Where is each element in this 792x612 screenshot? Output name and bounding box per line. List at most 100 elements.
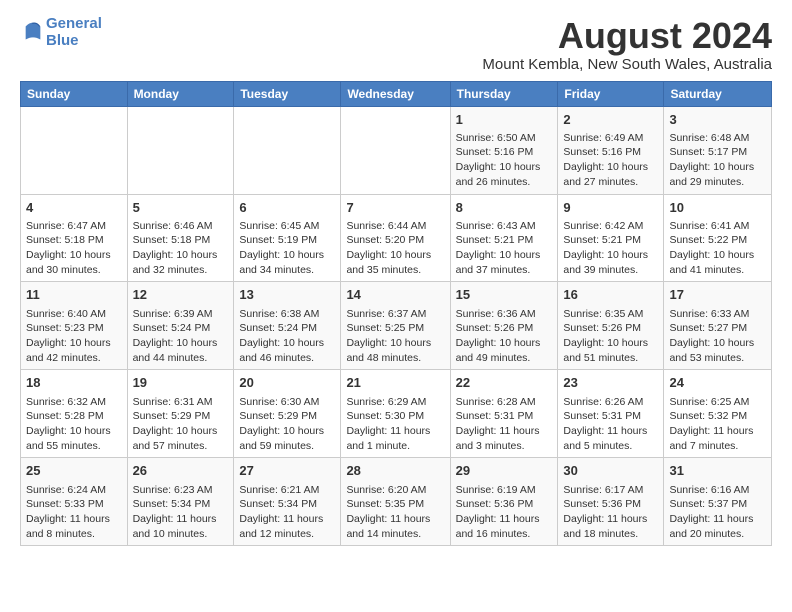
cell-text: Sunset: 5:24 PM [133, 321, 229, 336]
cell-text: Sunset: 5:34 PM [133, 497, 229, 512]
cell-text: Daylight: 11 hours [563, 512, 658, 527]
cell-text: Sunset: 5:36 PM [563, 497, 658, 512]
cell-text: Sunrise: 6:20 AM [346, 483, 444, 498]
cell-text: Daylight: 10 hours [456, 336, 553, 351]
cell-text: Daylight: 11 hours [669, 424, 766, 439]
cell-text: Sunrise: 6:44 AM [346, 219, 444, 234]
calendar-cell: 28Sunrise: 6:20 AMSunset: 5:35 PMDayligh… [341, 458, 450, 546]
cell-text: Sunrise: 6:40 AM [26, 307, 122, 322]
cell-text: Sunset: 5:36 PM [456, 497, 553, 512]
calendar-cell: 13Sunrise: 6:38 AMSunset: 5:24 PMDayligh… [234, 282, 341, 370]
cell-text: Sunrise: 6:25 AM [669, 395, 766, 410]
cell-text: Sunset: 5:18 PM [133, 233, 229, 248]
day-number: 20 [239, 374, 335, 392]
cell-text: and 32 minutes. [133, 263, 229, 278]
page-subtitle: Mount Kembla, New South Wales, Australia [482, 56, 772, 73]
cell-text: Daylight: 11 hours [456, 424, 553, 439]
cell-text: and 27 minutes. [563, 175, 658, 190]
calendar-cell: 3Sunrise: 6:48 AMSunset: 5:17 PMDaylight… [664, 106, 772, 194]
calendar-cell: 26Sunrise: 6:23 AMSunset: 5:34 PMDayligh… [127, 458, 234, 546]
cell-text: Sunrise: 6:32 AM [26, 395, 122, 410]
calendar-cell [234, 106, 341, 194]
cell-text: Sunrise: 6:50 AM [456, 131, 553, 146]
cell-text: Daylight: 10 hours [563, 248, 658, 263]
cell-text: and 29 minutes. [669, 175, 766, 190]
page-title: August 2024 [482, 16, 772, 56]
cell-text: Sunrise: 6:28 AM [456, 395, 553, 410]
cell-text: Sunrise: 6:19 AM [456, 483, 553, 498]
cell-text: Daylight: 11 hours [563, 424, 658, 439]
cell-text: Sunset: 5:23 PM [26, 321, 122, 336]
calendar-cell: 21Sunrise: 6:29 AMSunset: 5:30 PMDayligh… [341, 370, 450, 458]
day-number: 27 [239, 462, 335, 480]
cell-text: Sunrise: 6:33 AM [669, 307, 766, 322]
day-number: 5 [133, 199, 229, 217]
cell-text: Sunset: 5:22 PM [669, 233, 766, 248]
day-number: 10 [669, 199, 766, 217]
cell-text: Sunset: 5:28 PM [26, 409, 122, 424]
day-number: 30 [563, 462, 658, 480]
cell-text: and 12 minutes. [239, 527, 335, 542]
cell-text: Sunrise: 6:23 AM [133, 483, 229, 498]
cell-text: Sunrise: 6:17 AM [563, 483, 658, 498]
header-cell-friday: Friday [558, 81, 664, 106]
cell-text: Daylight: 10 hours [239, 336, 335, 351]
cell-text: Sunset: 5:26 PM [456, 321, 553, 336]
calendar-cell: 29Sunrise: 6:19 AMSunset: 5:36 PMDayligh… [450, 458, 558, 546]
day-number: 21 [346, 374, 444, 392]
cell-text: and 41 minutes. [669, 263, 766, 278]
cell-text: and 30 minutes. [26, 263, 122, 278]
cell-text: and 34 minutes. [239, 263, 335, 278]
cell-text: Daylight: 10 hours [456, 160, 553, 175]
cell-text: Daylight: 10 hours [669, 248, 766, 263]
cell-text: Sunset: 5:21 PM [563, 233, 658, 248]
week-row-2: 4Sunrise: 6:47 AMSunset: 5:18 PMDaylight… [21, 194, 772, 282]
cell-text: Daylight: 11 hours [669, 512, 766, 527]
cell-text: Daylight: 10 hours [133, 248, 229, 263]
logo-icon [22, 19, 44, 41]
header-cell-thursday: Thursday [450, 81, 558, 106]
day-number: 8 [456, 199, 553, 217]
day-number: 6 [239, 199, 335, 217]
cell-text: Daylight: 10 hours [669, 160, 766, 175]
cell-text: Sunset: 5:17 PM [669, 145, 766, 160]
calendar-cell [341, 106, 450, 194]
cell-text: Sunset: 5:20 PM [346, 233, 444, 248]
cell-text: Sunset: 5:25 PM [346, 321, 444, 336]
day-number: 12 [133, 286, 229, 304]
cell-text: Sunrise: 6:36 AM [456, 307, 553, 322]
day-number: 22 [456, 374, 553, 392]
cell-text: Sunrise: 6:21 AM [239, 483, 335, 498]
cell-text: Sunrise: 6:29 AM [346, 395, 444, 410]
page-header: General Blue August 2024 Mount Kembla, N… [20, 16, 772, 73]
cell-text: Sunrise: 6:37 AM [346, 307, 444, 322]
cell-text: Daylight: 10 hours [133, 424, 229, 439]
cell-text: Daylight: 11 hours [26, 512, 122, 527]
week-row-4: 18Sunrise: 6:32 AMSunset: 5:28 PMDayligh… [21, 370, 772, 458]
cell-text: and 51 minutes. [563, 351, 658, 366]
day-number: 15 [456, 286, 553, 304]
cell-text: and 18 minutes. [563, 527, 658, 542]
cell-text: Sunset: 5:29 PM [133, 409, 229, 424]
calendar-cell: 16Sunrise: 6:35 AMSunset: 5:26 PMDayligh… [558, 282, 664, 370]
cell-text: and 49 minutes. [456, 351, 553, 366]
cell-text: Sunset: 5:16 PM [456, 145, 553, 160]
cell-text: Sunrise: 6:31 AM [133, 395, 229, 410]
calendar-cell: 31Sunrise: 6:16 AMSunset: 5:37 PMDayligh… [664, 458, 772, 546]
calendar-cell: 20Sunrise: 6:30 AMSunset: 5:29 PMDayligh… [234, 370, 341, 458]
header-cell-saturday: Saturday [664, 81, 772, 106]
day-number: 29 [456, 462, 553, 480]
logo-text-general: General [46, 15, 102, 32]
cell-text: Sunset: 5:27 PM [669, 321, 766, 336]
cell-text: Sunset: 5:33 PM [26, 497, 122, 512]
calendar-cell: 6Sunrise: 6:45 AMSunset: 5:19 PMDaylight… [234, 194, 341, 282]
header-cell-sunday: Sunday [21, 81, 128, 106]
cell-text: and 5 minutes. [563, 439, 658, 454]
cell-text: Daylight: 10 hours [239, 248, 335, 263]
calendar-cell: 7Sunrise: 6:44 AMSunset: 5:20 PMDaylight… [341, 194, 450, 282]
cell-text: and 1 minute. [346, 439, 444, 454]
week-row-1: 1Sunrise: 6:50 AMSunset: 5:16 PMDaylight… [21, 106, 772, 194]
cell-text: Daylight: 10 hours [26, 424, 122, 439]
cell-text: Sunset: 5:24 PM [239, 321, 335, 336]
cell-text: and 44 minutes. [133, 351, 229, 366]
